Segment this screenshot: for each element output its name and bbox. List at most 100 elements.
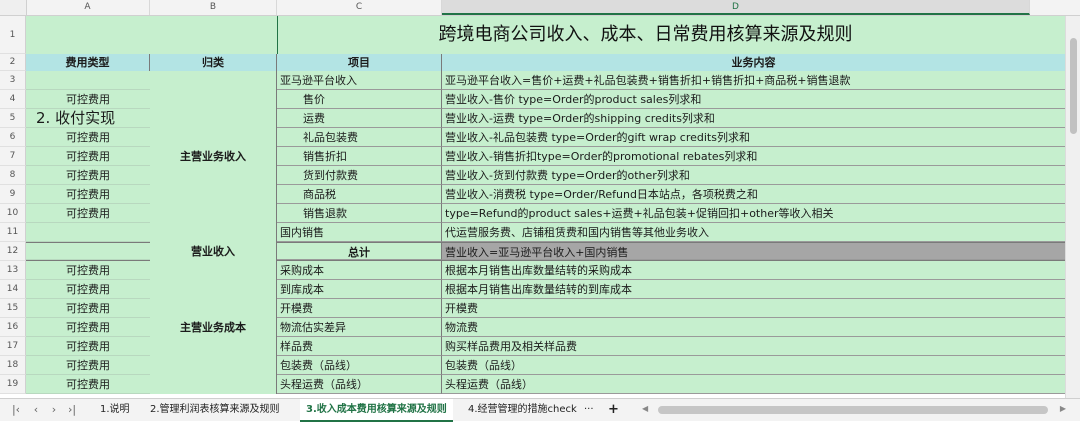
fee-type-cell[interactable]: 可控费用 (26, 299, 150, 318)
business-content-cell[interactable]: 营业收入-售价 type=Order的product sales列求和 (442, 90, 1066, 109)
item-cell[interactable]: 售价 (277, 90, 442, 109)
fee-type-cell[interactable]: 可控费用 (26, 280, 150, 299)
fee-type-cell[interactable]: 可控费用 (26, 261, 150, 280)
row-header[interactable]: 2 (0, 54, 26, 71)
fee-type-cell[interactable]: 可控费用 (26, 337, 150, 356)
fee-type-cell[interactable]: 可控费用 (26, 356, 150, 375)
fee-type-cell[interactable] (26, 71, 150, 90)
item-cell[interactable]: 头程运费（品线） (277, 375, 442, 394)
business-content-cell[interactable]: 营业收入=亚马逊平台收入+国内销售 (442, 243, 1066, 260)
add-sheet-icon[interactable]: + (602, 399, 625, 420)
business-content-cell[interactable]: 营业收入-销售折扣type=Order的promotional rebates列… (442, 147, 1066, 166)
row-header[interactable]: 4 (0, 90, 26, 109)
more-tabs-icon[interactable]: ··· (578, 399, 600, 420)
business-content-cell[interactable]: 营业收入-消费税 type=Order/Refund日本站点，各项税费之和 (442, 185, 1066, 204)
fee-type-cell[interactable] (26, 223, 150, 242)
row-header[interactable]: 15 (0, 299, 26, 318)
category-operating-revenue[interactable]: 营业收入 (150, 242, 277, 261)
column-header-c[interactable]: C (277, 0, 442, 15)
last-sheet-icon[interactable]: ›| (64, 402, 80, 418)
item-cell[interactable]: 包装费（品线） (277, 356, 442, 375)
section-label: 2. 收付实现 (36, 109, 116, 127)
header-cell-item[interactable]: 项目 (277, 54, 442, 71)
vertical-scrollbar[interactable] (1065, 16, 1080, 398)
fee-type-cell[interactable]: 可控费用 (26, 147, 150, 166)
fee-type-cell[interactable] (26, 243, 150, 260)
scroll-right-icon[interactable]: ▶ (1060, 404, 1066, 413)
row-header[interactable]: 17 (0, 337, 26, 356)
business-content-cell[interactable]: 营业收入-运费 type=Order的shipping credits列求和 (442, 109, 1066, 128)
column-header-d[interactable]: D (442, 0, 1030, 15)
item-cell[interactable]: 销售退款 (277, 204, 442, 223)
tab-sheet-1[interactable]: 1.说明 (94, 399, 136, 420)
row-header[interactable]: 10 (0, 204, 26, 223)
row-header[interactable]: 8 (0, 166, 26, 185)
vertical-scroll-thumb[interactable] (1070, 38, 1077, 134)
business-content-cell[interactable]: type=Refund的product sales+运费+礼品包装+促销回扣+o… (442, 204, 1066, 223)
business-content-cell[interactable]: 根据本月销售出库数量结转的采购成本 (442, 261, 1066, 280)
row-header[interactable]: 16 (0, 318, 26, 337)
category-main-cost[interactable]: 主营业务成本 (150, 261, 277, 394)
row-header[interactable]: 6 (0, 128, 26, 147)
business-content-cell[interactable]: 营业收入-货到付款费 type=Order的other列求和 (442, 166, 1066, 185)
row-header[interactable]: 5 (0, 109, 26, 128)
row-header[interactable]: 13 (0, 261, 26, 280)
item-cell[interactable]: 物流估实差异 (277, 318, 442, 337)
column-header-b[interactable]: B (150, 0, 277, 15)
item-cell[interactable]: 采购成本 (277, 261, 442, 280)
sheet-tab-bar: |‹ ‹ › ›| 1.说明 2.管理利润表核算来源及规则 3.收入成本费用核算… (0, 398, 1080, 422)
row-header[interactable]: 12 (0, 242, 26, 261)
row-header[interactable]: 3 (0, 71, 26, 90)
sheet-title[interactable]: 跨境电商公司收入、成本、日常费用核算来源及规则 (251, 16, 1040, 54)
item-cell[interactable]: 商品税 (277, 185, 442, 204)
next-sheet-icon[interactable]: › (46, 402, 62, 418)
business-content-cell[interactable]: 亚马逊平台收入=售价+运费+礼品包装费+销售折扣+销售折扣+商品税+销售退款 (442, 71, 1066, 90)
item-cell[interactable]: 到库成本 (277, 280, 442, 299)
business-content-cell[interactable]: 营业收入-礼品包装费 type=Order的gift wrap credits列… (442, 128, 1066, 147)
item-cell[interactable]: 运费 (277, 109, 442, 128)
business-content-cell[interactable]: 头程运费（品线） (442, 375, 1066, 394)
category-main-income[interactable]: 主营业务收入 (150, 71, 277, 242)
row-header[interactable]: 9 (0, 185, 26, 204)
horizontal-scrollbar[interactable]: ◀ ▶ (640, 404, 1068, 416)
row-header[interactable]: 14 (0, 280, 26, 299)
tab-sheet-3[interactable]: 3.收入成本费用核算来源及规则 (300, 399, 453, 422)
fee-type-cell[interactable]: 可控费用 (26, 128, 150, 147)
row-header[interactable]: 11 (0, 223, 26, 242)
item-cell[interactable]: 国内销售 (277, 223, 442, 242)
prev-sheet-icon[interactable]: ‹ (28, 402, 44, 418)
business-content-cell[interactable]: 代运营服务费、店铺租赁费和国内销售等其他业务收入 (442, 223, 1066, 242)
item-cell[interactable]: 货到付款费 (277, 166, 442, 185)
horizontal-scroll-thumb[interactable] (658, 406, 1048, 414)
header-cell-fee-type[interactable]: 费用类型 (26, 54, 150, 71)
item-cell[interactable]: 样品费 (277, 337, 442, 356)
fee-type-cell[interactable]: 可控费用 (26, 318, 150, 337)
fee-type-cell[interactable]: 可控费用 (26, 185, 150, 204)
business-content-cell[interactable]: 购买样品费用及相关样品费 (442, 337, 1066, 356)
business-content-cell[interactable]: 开模费 (442, 299, 1066, 318)
select-all-corner[interactable] (0, 0, 27, 15)
header-cell-business[interactable]: 业务内容 (442, 54, 1066, 71)
item-cell[interactable]: 总计 (277, 243, 442, 260)
spreadsheet: A B C D 1 2 3 4 5 6 7 8 9 10 11 12 13 14 15 16 17 18 19 费用… (0, 0, 1080, 398)
fee-type-cell[interactable]: 可控费用 (26, 204, 150, 223)
item-cell[interactable]: 销售折扣 (277, 147, 442, 166)
business-content-cell[interactable]: 根据本月销售出库数量结转的到库成本 (442, 280, 1066, 299)
fee-type-cell[interactable]: 可控费用 (26, 166, 150, 185)
business-content-cell[interactable]: 包装费（品线） (442, 356, 1066, 375)
row-header[interactable]: 18 (0, 356, 26, 375)
item-cell[interactable]: 亚马逊平台收入 (277, 71, 442, 90)
tab-sheet-4[interactable]: 4.经营管理的措施check (462, 399, 583, 420)
first-sheet-icon[interactable]: |‹ (8, 402, 24, 418)
row-header[interactable]: 7 (0, 147, 26, 166)
row-header[interactable]: 1 (0, 16, 26, 54)
column-header-a[interactable]: A (26, 0, 150, 15)
scroll-left-icon[interactable]: ◀ (642, 404, 648, 413)
row-header[interactable]: 19 (0, 375, 26, 394)
header-cell-category[interactable]: 归类 (150, 54, 277, 71)
item-cell[interactable]: 开模费 (277, 299, 442, 318)
tab-sheet-2[interactable]: 2.管理利润表核算来源及规则 (144, 399, 286, 420)
item-cell[interactable]: 礼品包装费 (277, 128, 442, 147)
fee-type-cell[interactable]: 可控费用 (26, 375, 150, 394)
business-content-cell[interactable]: 物流费 (442, 318, 1066, 337)
